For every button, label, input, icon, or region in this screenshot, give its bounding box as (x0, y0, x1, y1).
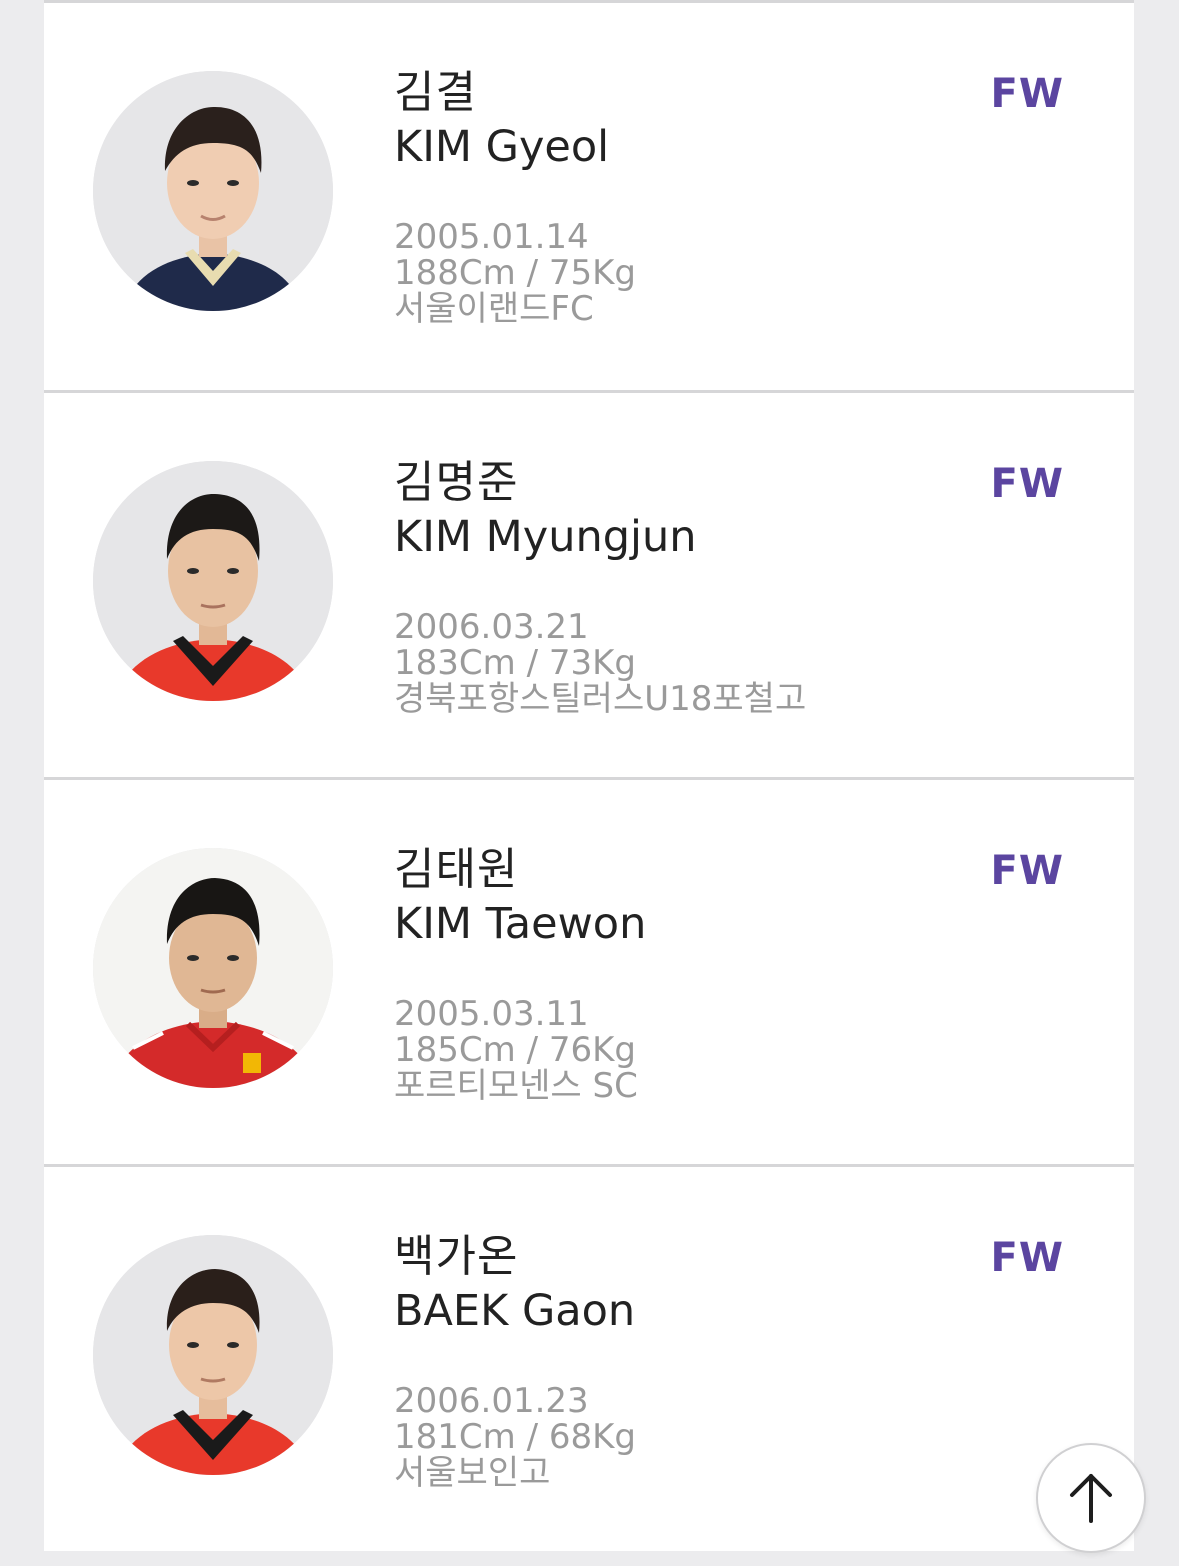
player-birthdate: 2005.03.11 (394, 994, 589, 1034)
player-name-english: BAEK Gaon (394, 1286, 636, 1336)
player-info: 김결 KIM Gyeol 2005.01.14 188Cm / 75Kg 서울이… (394, 67, 954, 327)
player-height-weight: 183Cm / 73Kg (394, 643, 636, 683)
player-name-english: KIM Gyeol (394, 122, 610, 172)
player-club: 경북포항스틸러스U18포철고 (394, 679, 807, 719)
player-card[interactable]: 김명준 KIM Myungjun 2006.03.21 183Cm / 73Kg… (44, 390, 1134, 777)
player-meta: 2005.03.11 185Cm / 76Kg 포르티모넨스 SC (394, 996, 954, 1104)
player-card[interactable]: 김결 KIM Gyeol 2005.01.14 188Cm / 75Kg 서울이… (44, 0, 1134, 390)
player-name-korean: 김명준 (394, 457, 519, 508)
player-photo (93, 848, 333, 1088)
player-birthdate: 2006.03.21 (394, 607, 589, 647)
player-photo (93, 71, 333, 311)
player-photo (93, 1235, 333, 1475)
player-name-english: KIM Myungjun (394, 512, 697, 562)
player-card[interactable]: 김태원 KIM Taewon 2005.03.11 185Cm / 76Kg 포… (44, 777, 1134, 1164)
player-club: 포르티모넨스 SC (394, 1066, 638, 1106)
player-list-page: 김결 KIM Gyeol 2005.01.14 188Cm / 75Kg 서울이… (0, 0, 1179, 1566)
player-birthdate: 2006.01.23 (394, 1381, 589, 1421)
position-badge: FW (990, 71, 1064, 117)
player-info: 백가온 BAEK Gaon 2006.01.23 181Cm / 68Kg 서울… (394, 1231, 954, 1491)
player-meta: 2006.03.21 183Cm / 73Kg 경북포항스틸러스U18포철고 (394, 609, 954, 717)
player-info: 김명준 KIM Myungjun 2006.03.21 183Cm / 73Kg… (394, 457, 954, 717)
player-club: 서울보인고 (394, 1453, 551, 1493)
player-height-weight: 181Cm / 68Kg (394, 1417, 636, 1457)
player-meta: 2006.01.23 181Cm / 68Kg 서울보인고 (394, 1383, 954, 1491)
player-club: 서울이랜드FC (394, 289, 594, 329)
scroll-to-top-button[interactable] (1036, 1443, 1146, 1553)
player-photo (93, 461, 333, 701)
player-info: 김태원 KIM Taewon 2005.03.11 185Cm / 76Kg 포… (394, 844, 954, 1104)
player-meta: 2005.01.14 188Cm / 75Kg 서울이랜드FC (394, 219, 954, 327)
player-name-korean: 김결 (394, 67, 477, 118)
player-card[interactable]: 백가온 BAEK Gaon 2006.01.23 181Cm / 68Kg 서울… (44, 1164, 1134, 1551)
position-badge: FW (990, 1235, 1064, 1281)
player-name-korean: 백가온 (394, 1231, 519, 1282)
player-list: 김결 KIM Gyeol 2005.01.14 188Cm / 75Kg 서울이… (44, 0, 1134, 1551)
position-badge: FW (990, 461, 1064, 507)
player-name-english: KIM Taewon (394, 899, 647, 949)
player-height-weight: 185Cm / 76Kg (394, 1030, 636, 1070)
arrow-up-icon (1070, 1474, 1112, 1523)
player-name-korean: 김태원 (394, 844, 519, 895)
player-birthdate: 2005.01.14 (394, 217, 589, 257)
position-badge: FW (990, 848, 1064, 894)
player-height-weight: 188Cm / 75Kg (394, 253, 636, 293)
